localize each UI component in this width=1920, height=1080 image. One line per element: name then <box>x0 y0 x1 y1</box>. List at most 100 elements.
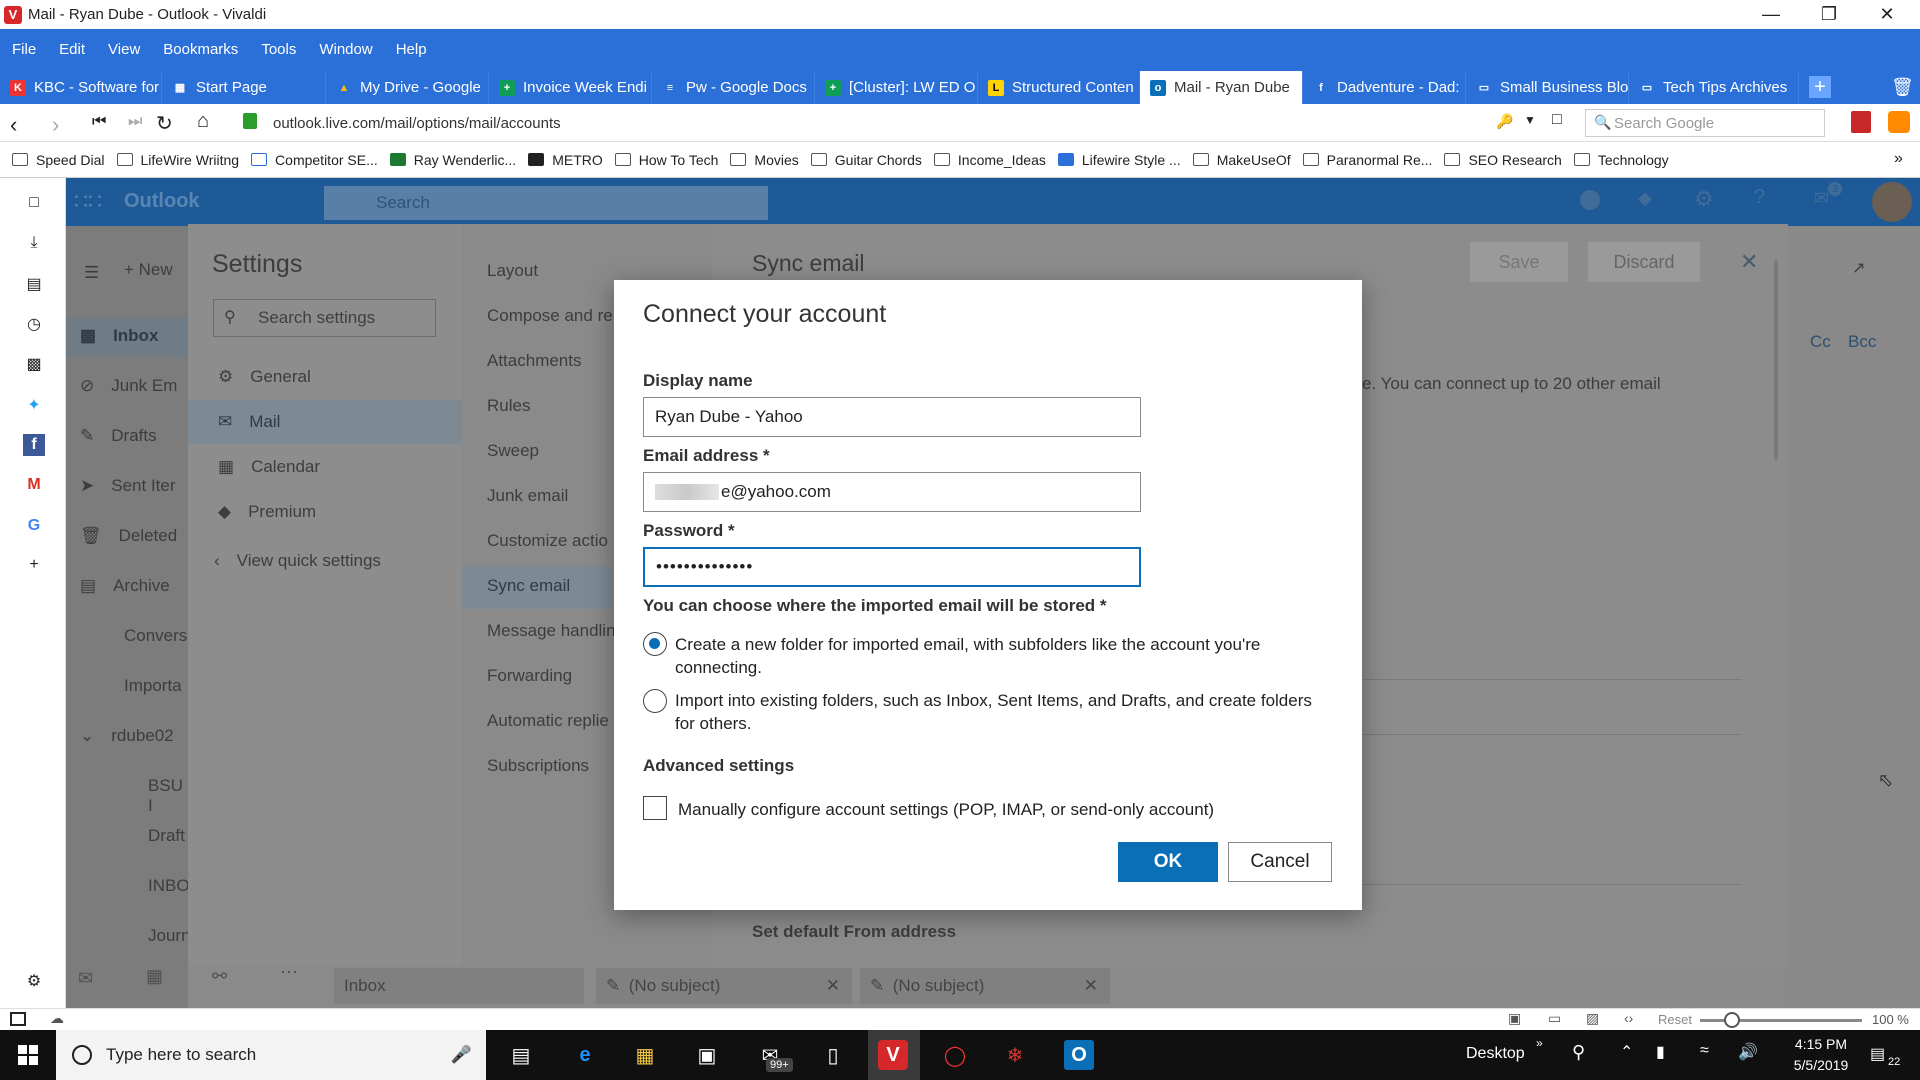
taskbar-search[interactable]: Type here to search 🎤 <box>56 1030 486 1080</box>
history-icon[interactable]: ◷ <box>23 313 45 335</box>
help-icon[interactable]: ? <box>1754 186 1765 209</box>
folder-conversation[interactable]: Convers <box>124 626 187 646</box>
tab-tech-tips[interactable]: ▭ Tech Tips Archives <box>1629 71 1799 104</box>
tab-mail[interactable]: o Mail - Ryan Dube <box>1140 71 1303 104</box>
facebook-icon[interactable]: f <box>23 434 45 456</box>
view-quick-settings-link[interactable]: ‹ View quick settings <box>214 551 381 571</box>
new-tab-icon[interactable]: + <box>1809 76 1831 98</box>
tab-start-page[interactable]: ▦ Start Page <box>162 71 326 104</box>
new-message-button[interactable]: + New <box>124 260 173 280</box>
folder-inbo[interactable]: INBO <box>148 876 190 896</box>
folder-bsu[interactable]: BSU I <box>148 776 188 816</box>
add-panel-icon[interactable]: + <box>23 554 45 576</box>
menu-window[interactable]: Window <box>319 41 372 58</box>
phone-icon[interactable]: ▯ <box>818 1040 848 1070</box>
close-settings-icon[interactable]: ✕ <box>1740 249 1758 275</box>
camera-icon[interactable]: ▣ <box>1508 1010 1521 1027</box>
subnav-subscriptions[interactable]: Subscriptions <box>487 756 589 776</box>
forward-icon[interactable]: › <box>52 112 59 138</box>
tab-structured-content[interactable]: L Structured Conten <box>978 71 1140 104</box>
bookmark-movies[interactable]: Movies <box>730 152 799 168</box>
menu-view[interactable]: View <box>108 41 140 58</box>
tab-dadventure[interactable]: f Dadventure - Dad: <box>1303 71 1466 104</box>
settings-icon[interactable]: ⚙ <box>1694 186 1714 212</box>
email-field[interactable]: e@yahoo.com <box>643 472 1141 512</box>
import-existing-radio[interactable] <box>643 689 667 713</box>
menu-help[interactable]: Help <box>396 41 427 58</box>
bookmark-speed-dial[interactable]: Speed Dial <box>12 152 105 168</box>
bottom-tab-inbox[interactable]: Inbox <box>334 968 584 1004</box>
cancel-button[interactable]: Cancel <box>1228 842 1332 882</box>
folder-sent[interactable]: ➤ Sent Iter <box>80 476 176 496</box>
microphone-icon[interactable]: 🎤 <box>451 1045 472 1065</box>
subnav-sweep[interactable]: Sweep <box>487 441 539 461</box>
clock-time[interactable]: 4:15 PM <box>1786 1036 1856 1052</box>
code-icon[interactable]: ‹› <box>1624 1010 1633 1026</box>
bookmark-ray[interactable]: Ray Wenderlic... <box>389 152 516 168</box>
folder-journ[interactable]: Journ <box>148 926 191 946</box>
settings-nav-general[interactable]: ⚙ General <box>218 367 311 387</box>
settings-search-input[interactable]: Search settings <box>213 299 436 337</box>
bottom-tab-draft-1[interactable]: ✎ (No subject) ✕ <box>596 968 852 1004</box>
volume-icon[interactable]: 🔊 <box>1738 1042 1758 1062</box>
skype-icon[interactable] <box>1580 190 1600 210</box>
people-icon[interactable]: ⚯ <box>212 966 227 987</box>
subnav-attachments[interactable]: Attachments <box>487 351 582 371</box>
bookmark-guitar[interactable]: Guitar Chords <box>810 152 922 168</box>
folder-junk[interactable]: ⊘ Junk Em <box>80 376 177 396</box>
gmail-icon[interactable]: M <box>23 474 45 496</box>
subnav-forwarding[interactable]: Forwarding <box>487 666 572 686</box>
folder-rdube[interactable]: ⌄ rdube02 <box>80 726 174 746</box>
bookmark-makeuseof[interactable]: MakeUseOf <box>1192 152 1291 168</box>
tab-invoice[interactable]: + Invoice Week Endi <box>489 71 652 104</box>
cloud-icon[interactable]: ☁ <box>50 1010 64 1027</box>
search-google-input[interactable]: Search Google <box>1585 109 1825 137</box>
discard-button[interactable]: Discard <box>1588 242 1700 282</box>
task-view-icon[interactable]: ▤ <box>506 1040 536 1070</box>
people-icon[interactable]: ⚲ <box>1572 1042 1585 1063</box>
downloads-icon[interactable]: ⤓ <box>23 232 45 254</box>
cc-link[interactable]: Cc <box>1810 332 1831 352</box>
trash-icon[interactable]: 🗑 <box>1891 77 1914 98</box>
more-icon[interactable]: ⋯ <box>280 962 298 983</box>
file-explorer-icon[interactable]: ▦ <box>630 1040 660 1070</box>
subnav-compose[interactable]: Compose and re <box>487 306 613 326</box>
subnav-rules[interactable]: Rules <box>487 396 530 416</box>
bookmark-metro[interactable]: METRO <box>528 152 603 168</box>
menu-file[interactable]: File <box>12 41 36 58</box>
wifi-icon[interactable]: ≈ <box>1700 1042 1709 1060</box>
extension-icon[interactable] <box>1851 111 1871 133</box>
tab-small-business[interactable]: ▭ Small Business Blo <box>1466 71 1629 104</box>
calendar-icon[interactable]: ▦ <box>146 966 163 987</box>
folder-important[interactable]: Importa <box>124 676 182 696</box>
key-icon[interactable]: 🔑 <box>1496 113 1513 130</box>
twitter-icon[interactable]: ✦ <box>23 394 45 416</box>
window-panel-icon[interactable]: ▩ <box>23 353 45 375</box>
ok-button[interactable]: OK <box>1118 842 1218 882</box>
folder-archive[interactable]: ▤ Archive <box>80 576 170 596</box>
settings-gear-icon[interactable]: ⚙ <box>23 970 45 992</box>
more-bookmarks-icon[interactable]: » <box>1894 150 1903 168</box>
vivaldi-taskbar-icon[interactable]: V <box>878 1040 908 1070</box>
desktop-toolbar[interactable]: Desktop <box>1466 1045 1525 1063</box>
tab-my-drive[interactable]: ▲ My Drive - Google <box>326 71 489 104</box>
settings-nav-mail[interactable]: ✉ Mail <box>218 412 280 432</box>
folder-inbox[interactable]: ▩ Inbox <box>80 326 158 346</box>
bookmark-how-to-tech[interactable]: How To Tech <box>614 152 718 168</box>
zoom-slider-thumb[interactable] <box>1724 1012 1740 1028</box>
subnav-sync-email[interactable]: Sync email <box>487 576 570 596</box>
close-window-button[interactable]: ✕ <box>1858 0 1916 29</box>
home-icon[interactable]: ⌂ <box>197 110 209 133</box>
settings-nav-calendar[interactable]: ▦ Calendar <box>218 457 320 477</box>
folder-deleted[interactable]: 🗑 Deleted <box>80 526 177 546</box>
mail-icon[interactable]: ✉ <box>78 968 93 989</box>
bookmark-technology[interactable]: Technology <box>1573 152 1669 168</box>
chrome-icon[interactable]: ◯ <box>940 1040 970 1070</box>
battery-icon[interactable]: ▮ <box>1656 1042 1665 1062</box>
create-folder-radio[interactable] <box>643 632 667 656</box>
back-icon[interactable]: ‹ <box>10 112 17 138</box>
menu-bookmarks[interactable]: Bookmarks <box>163 41 238 58</box>
popout-icon[interactable]: ↗ <box>1852 258 1865 278</box>
panel-toggle-icon[interactable] <box>10 1012 26 1026</box>
tab-cluster[interactable]: + [Cluster]: LW ED O <box>815 71 978 104</box>
